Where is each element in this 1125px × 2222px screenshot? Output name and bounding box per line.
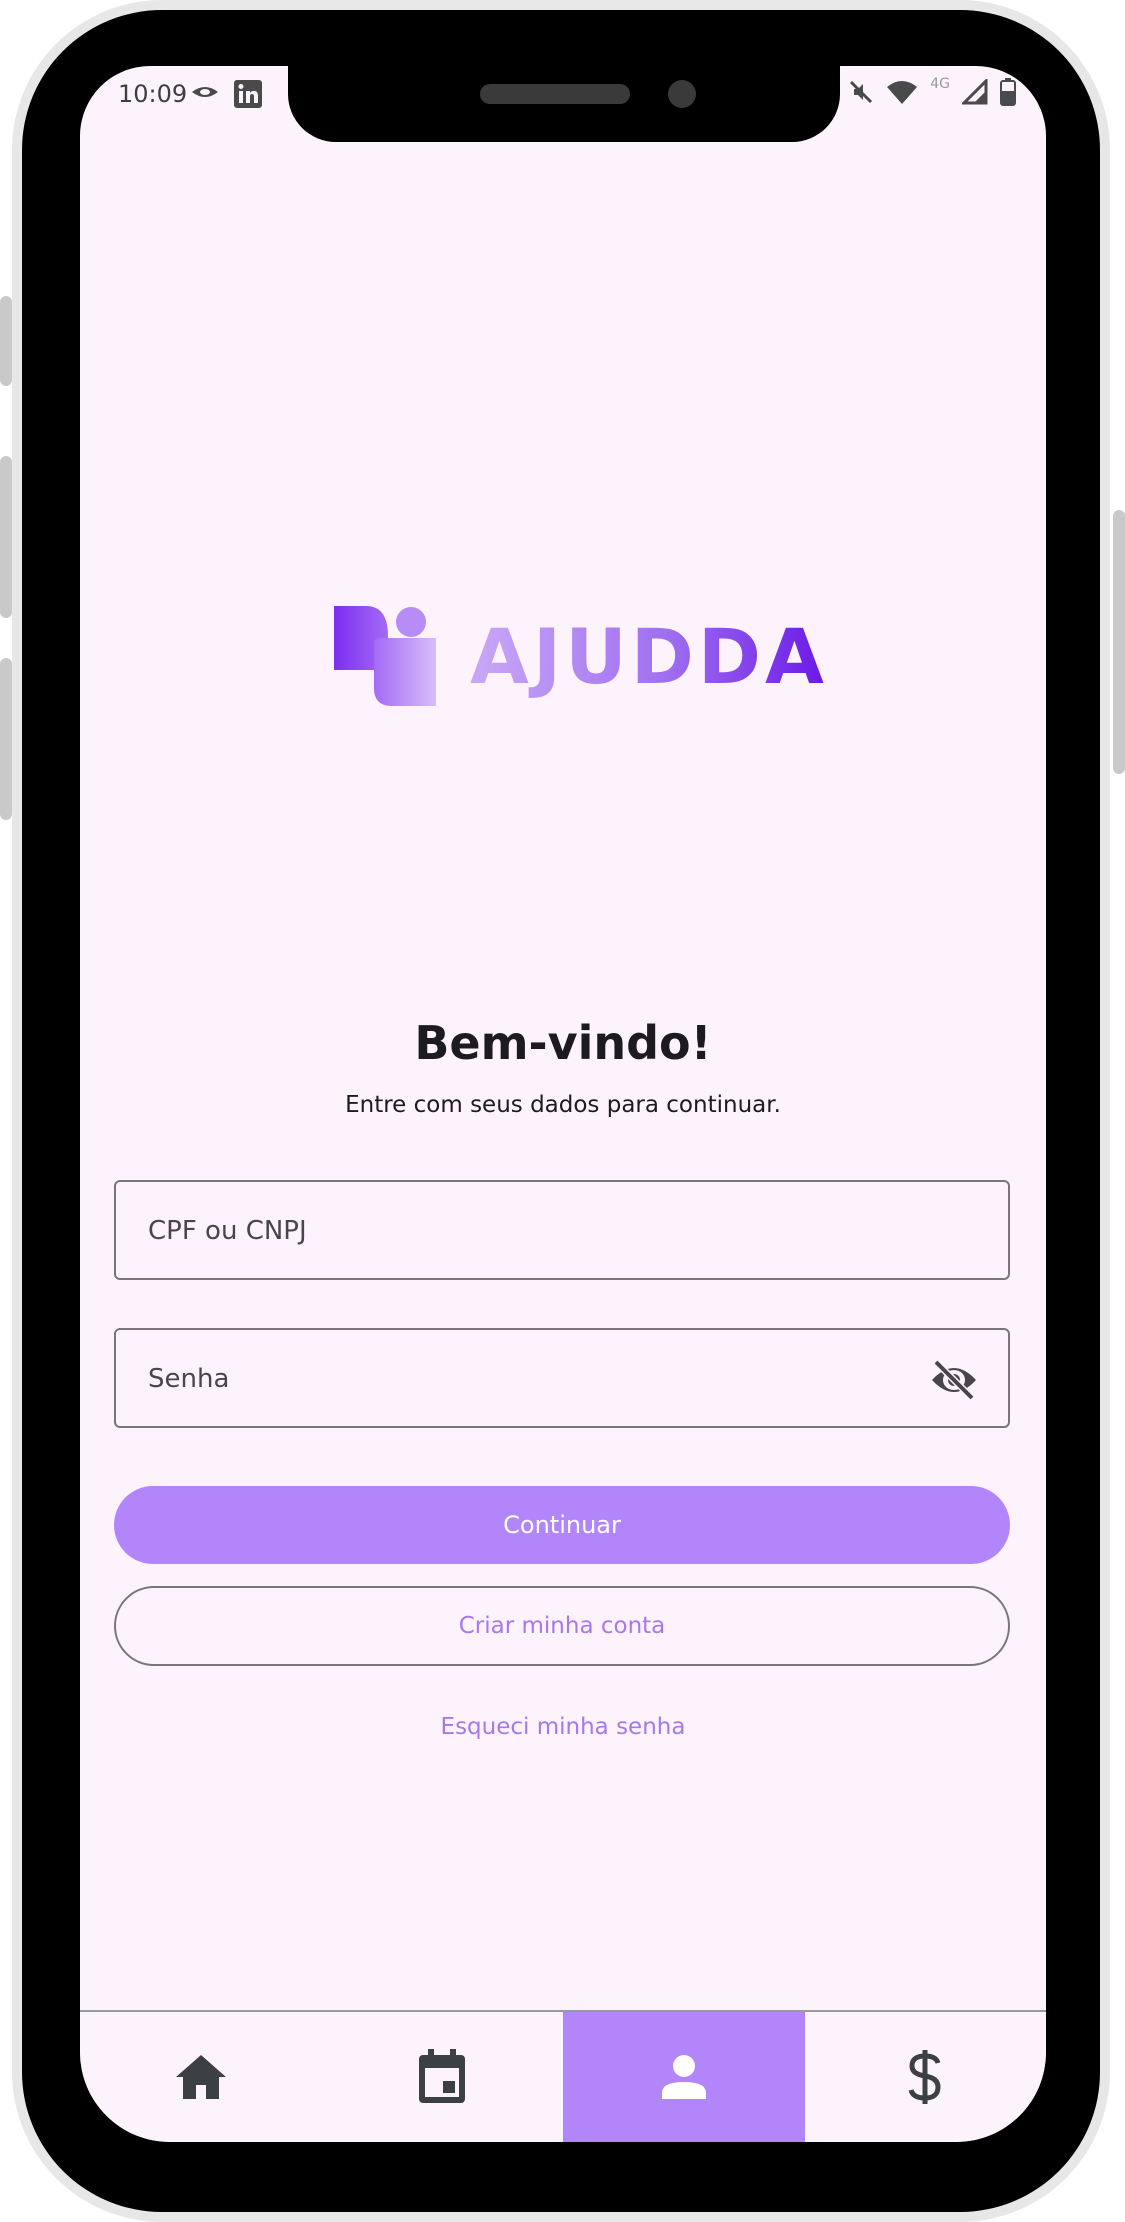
document-field[interactable]: [114, 1180, 1010, 1280]
home-icon: [175, 2055, 226, 2099]
nav-home[interactable]: [80, 2012, 322, 2142]
nav-calendar[interactable]: [322, 2012, 564, 2142]
welcome-title: Bem-vindo!: [414, 1016, 712, 1070]
brand-name: AJUDDA: [470, 611, 828, 701]
speaker-grille: [480, 84, 630, 104]
status-left-icons: [190, 80, 262, 108]
welcome-subtitle: Entre com seus dados para continuar.: [345, 1092, 781, 1118]
eye-notification-icon: [192, 87, 218, 97]
side-button-left-1: [0, 296, 12, 386]
linkedin-icon: [234, 80, 262, 108]
person-icon: [661, 2055, 706, 2099]
wifi-icon: [887, 81, 918, 104]
calendar-icon: [419, 2049, 466, 2103]
brand-logo: AJUDDA: [334, 606, 828, 706]
create-account-button[interactable]: Criar minha conta: [114, 1586, 1010, 1666]
side-button-right: [1113, 510, 1125, 774]
dollar-icon: [908, 2050, 941, 2104]
eye-off-icon[interactable]: [930, 1358, 978, 1402]
continue-button[interactable]: Continuar: [114, 1486, 1010, 1564]
network-type-label: 4G: [930, 76, 950, 92]
app-screen: 10:09 4G AJUDDA Bem-vindo! Entre com seu…: [80, 66, 1046, 2142]
forgot-password-link[interactable]: Esqueci minha senha: [80, 1714, 1046, 1740]
battery-icon: [1000, 78, 1016, 106]
mute-icon: [850, 80, 873, 104]
ajudda-logo-icon: [334, 606, 436, 706]
bottom-navigation: [80, 2010, 1046, 2142]
status-right-icons: 4G: [848, 76, 1016, 106]
nav-finance[interactable]: [805, 2012, 1047, 2142]
password-input[interactable]: [146, 1330, 930, 1428]
side-button-left-2: [0, 456, 12, 618]
signal-icon: [962, 79, 988, 105]
password-field[interactable]: [114, 1328, 1010, 1428]
status-time: 10:09: [118, 80, 188, 108]
side-button-left-3: [0, 658, 12, 820]
document-input[interactable]: [146, 1182, 930, 1280]
nav-profile[interactable]: [563, 2012, 805, 2142]
front-camera: [668, 80, 696, 108]
camera-notch: [288, 66, 840, 142]
